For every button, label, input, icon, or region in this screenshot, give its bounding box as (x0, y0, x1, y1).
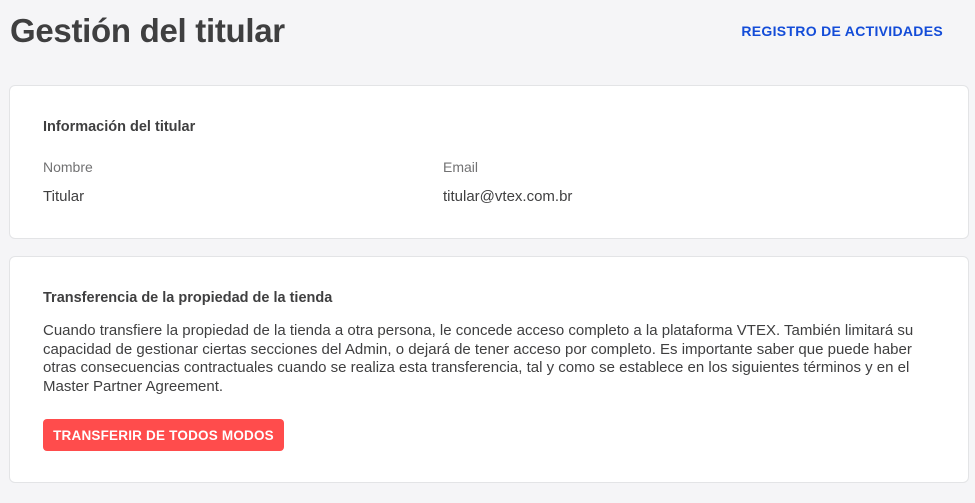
page-title: Gestión del titular (10, 12, 285, 49)
email-value: titular@vtex.com.br (443, 188, 573, 205)
transfer-heading: Transferencia de la propiedad de la tien… (43, 290, 333, 306)
owner-info-card: Información del titular Nombre Titular E… (9, 85, 969, 239)
transfer-anyway-button[interactable]: TRANSFERIR DE TODOS MODOS (43, 419, 284, 451)
email-label: Email (443, 159, 479, 175)
name-value: Titular (43, 188, 85, 205)
owner-info-heading: Información del titular (43, 119, 196, 135)
name-label: Nombre (43, 159, 93, 175)
page-header: Gestión del titular REGISTRO DE ACTIVIDA… (10, 8, 965, 56)
ownership-transfer-card: Transferencia de la propiedad de la tien… (9, 256, 969, 483)
transfer-description: Cuando transfiere la propiedad de la tie… (43, 322, 914, 395)
activity-log-link[interactable]: REGISTRO DE ACTIVIDADES (741, 23, 943, 39)
